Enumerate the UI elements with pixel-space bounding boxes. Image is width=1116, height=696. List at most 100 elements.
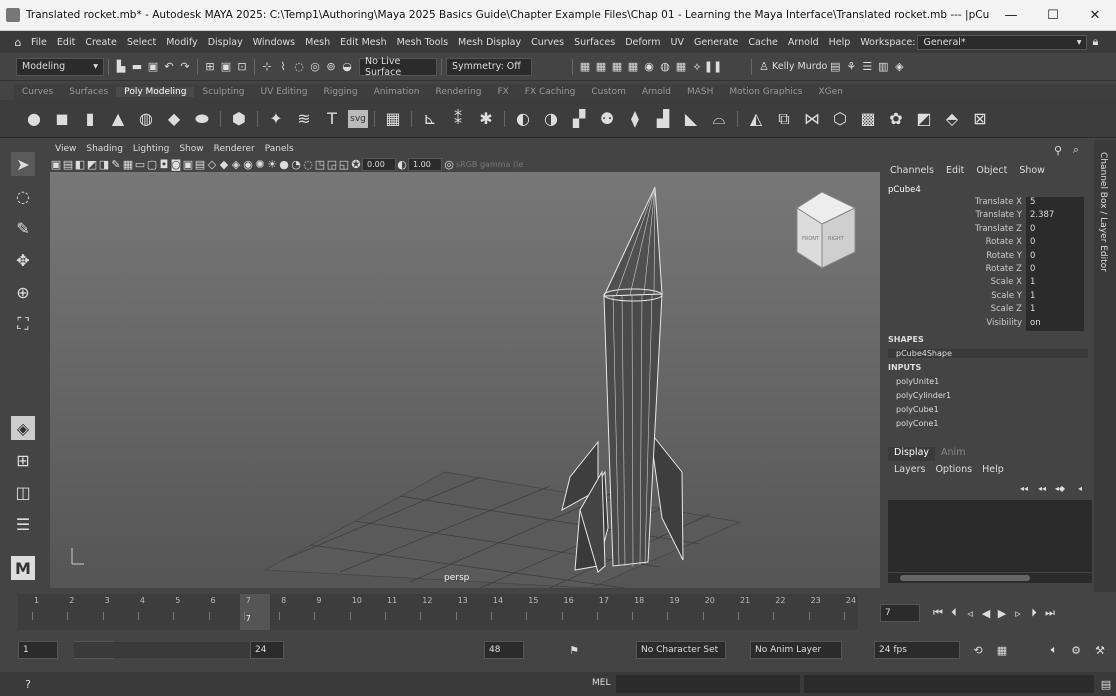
shape-node[interactable]: pCube4Shape: [888, 349, 1088, 358]
menu-windows[interactable]: Windows: [248, 37, 300, 48]
auto-key-icon[interactable]: ⚑: [566, 642, 582, 658]
lasso-tool-icon[interactable]: ◌: [11, 184, 35, 208]
exposure-field[interactable]: 0.00: [362, 157, 396, 171]
menu-surfaces[interactable]: Surfaces: [569, 37, 620, 48]
character-set-dropdown[interactable]: No Character Set: [636, 641, 726, 659]
poly-torus-icon[interactable]: ◍: [134, 107, 158, 131]
attribute-value-field[interactable]: on: [1026, 317, 1084, 331]
step-forward-key-icon[interactable]: ⏵: [1026, 605, 1042, 621]
poly-cylinder-icon[interactable]: ▮: [78, 107, 102, 131]
connect-icon[interactable]: ⬡: [828, 107, 852, 131]
menu-uv[interactable]: UV: [666, 37, 689, 48]
layer-tab-display[interactable]: Display: [888, 447, 936, 461]
toggle-attribute-editor-icon[interactable]: ⚘: [843, 59, 859, 75]
create-layer-from-selected-icon[interactable]: ◂: [1072, 480, 1088, 496]
snap-view-icon[interactable]: ◎: [307, 59, 323, 75]
loop-icon[interactable]: ⟲: [970, 642, 986, 658]
superellipse-icon[interactable]: ✦: [264, 107, 288, 131]
svg-icon[interactable]: svg: [348, 109, 368, 128]
attribute-row[interactable]: Translate Y 2.387: [888, 210, 1088, 224]
xray-joints-icon[interactable]: ◱: [338, 156, 350, 172]
field-chart-icon[interactable]: ◙: [170, 156, 182, 172]
xgen-icon[interactable]: ⟡: [689, 59, 705, 75]
attribute-value-field[interactable]: 0: [1026, 264, 1084, 278]
shelf-tab-sculpting[interactable]: Sculpting: [194, 87, 252, 97]
attribute-value-field[interactable]: 1: [1026, 290, 1084, 305]
menu-edit[interactable]: Edit: [52, 37, 80, 48]
help-icon[interactable]: ?: [20, 676, 36, 692]
viewport-menu-shading[interactable]: Shading: [81, 144, 128, 154]
script-language-label[interactable]: MEL: [592, 678, 610, 688]
outliner-layout-icon[interactable]: ☰: [11, 512, 35, 536]
gamma-icon[interactable]: ◐: [396, 156, 408, 172]
rotate-tool-icon[interactable]: ⊕: [11, 280, 35, 304]
color-space-label[interactable]: sRGB gamma (le: [456, 160, 523, 169]
type-icon[interactable]: T: [320, 107, 344, 131]
render-setup-icon[interactable]: ▦: [673, 59, 689, 75]
poly-sphere-icon[interactable]: ●: [22, 107, 46, 131]
render-view-icon[interactable]: ◉: [641, 59, 657, 75]
extrude-icon[interactable]: ▟: [651, 107, 675, 131]
channel-box-menu-edit[interactable]: Edit: [940, 165, 970, 176]
attribute-value-field[interactable]: 2.387: [1026, 210, 1084, 224]
target-weld-icon[interactable]: ⋈: [800, 107, 824, 131]
lock-icon[interactable]: 🔒︎: [1087, 34, 1103, 50]
safe-action-icon[interactable]: ▣: [182, 156, 194, 172]
perspective-viewport[interactable]: FRONT RIGHT persp: [50, 172, 880, 588]
channel-box-menu-channels[interactable]: Channels: [884, 165, 940, 176]
snap-curve-icon[interactable]: ⌇: [275, 59, 291, 75]
insert-loop-icon[interactable]: ▩: [856, 107, 880, 131]
channel-box-menu-object[interactable]: Object: [970, 165, 1013, 176]
menu-generate[interactable]: Generate: [689, 37, 743, 48]
toggle-modeling-toolkit-icon[interactable]: ▤: [827, 59, 843, 75]
attribute-row[interactable]: Scale X 1: [888, 277, 1088, 291]
retopologize-icon[interactable]: ⊠: [968, 107, 992, 131]
select-hierarchy-icon[interactable]: ⊞: [202, 59, 218, 75]
menu-edit-mesh[interactable]: Edit Mesh: [335, 37, 391, 48]
reset-transform-icon[interactable]: ✱: [474, 107, 498, 131]
attribute-row[interactable]: Translate X 5: [888, 197, 1088, 211]
viewport-menu-renderer[interactable]: Renderer: [209, 144, 260, 154]
attribute-value-field[interactable]: 0: [1026, 237, 1084, 251]
sweep-mesh-icon[interactable]: ≋: [292, 107, 316, 131]
selected-object-name[interactable]: pCube4: [888, 185, 921, 195]
menu-mesh[interactable]: Mesh: [300, 37, 335, 48]
layer-menu-help[interactable]: Help: [982, 464, 1004, 475]
minimize-button[interactable]: —: [990, 0, 1032, 31]
shelf-tab-fx[interactable]: FX: [489, 87, 516, 97]
grid-icon[interactable]: ▦: [122, 156, 134, 172]
viewport-menu-panels[interactable]: Panels: [260, 144, 299, 154]
shelf-tab-xgen[interactable]: XGen: [811, 87, 851, 97]
mirror-icon[interactable]: ⧫: [623, 107, 647, 131]
menu-cache[interactable]: Cache: [743, 37, 783, 48]
shelf-tab-poly-modeling[interactable]: Poly Modeling: [116, 87, 195, 97]
attribute-row[interactable]: Rotate Y 0: [888, 250, 1088, 264]
channel-box-pin-icon[interactable]: ⚲: [1050, 142, 1066, 158]
measure-icon[interactable]: ⊾: [418, 107, 442, 131]
attribute-value-field[interactable]: 0: [1026, 250, 1084, 264]
menu-display[interactable]: Display: [203, 37, 248, 48]
channel-box-search-icon[interactable]: ⌕: [1068, 142, 1084, 158]
range-end-field[interactable]: 24: [250, 641, 284, 659]
new-scene-icon[interactable]: ▙: [113, 59, 129, 75]
attribute-value-field[interactable]: 5: [1026, 197, 1084, 211]
attribute-row[interactable]: Visibility on: [888, 317, 1088, 331]
viewport-menu-lighting[interactable]: Lighting: [128, 144, 174, 154]
smooth-icon[interactable]: ▞: [567, 107, 591, 131]
platonic-solid-icon[interactable]: ⬢: [227, 107, 251, 131]
view-cube[interactable]: [796, 191, 857, 269]
resolution-gate-icon[interactable]: ▢: [146, 156, 158, 172]
two-view-layout-icon[interactable]: ◫: [11, 480, 35, 504]
scrollbar-thumb[interactable]: [900, 575, 1030, 581]
attribute-row[interactable]: Scale Y 1: [888, 290, 1088, 305]
shelf-tab-curves[interactable]: Curves: [14, 87, 61, 97]
paint-select-tool-icon[interactable]: ✎: [11, 216, 35, 240]
select-camera-icon[interactable]: ▣: [50, 156, 62, 172]
input-node[interactable]: polyCylinder1: [896, 391, 951, 400]
shadows-icon[interactable]: ☀: [266, 156, 278, 172]
anti-aliasing-icon[interactable]: ◌: [302, 156, 314, 172]
single-perspective-layout-icon[interactable]: ◈: [11, 416, 35, 440]
channel-box-menu-show[interactable]: Show: [1013, 165, 1051, 176]
animation-preferences-icon[interactable]: ⚙: [1068, 642, 1084, 658]
maximize-button[interactable]: ☐: [1032, 0, 1074, 31]
